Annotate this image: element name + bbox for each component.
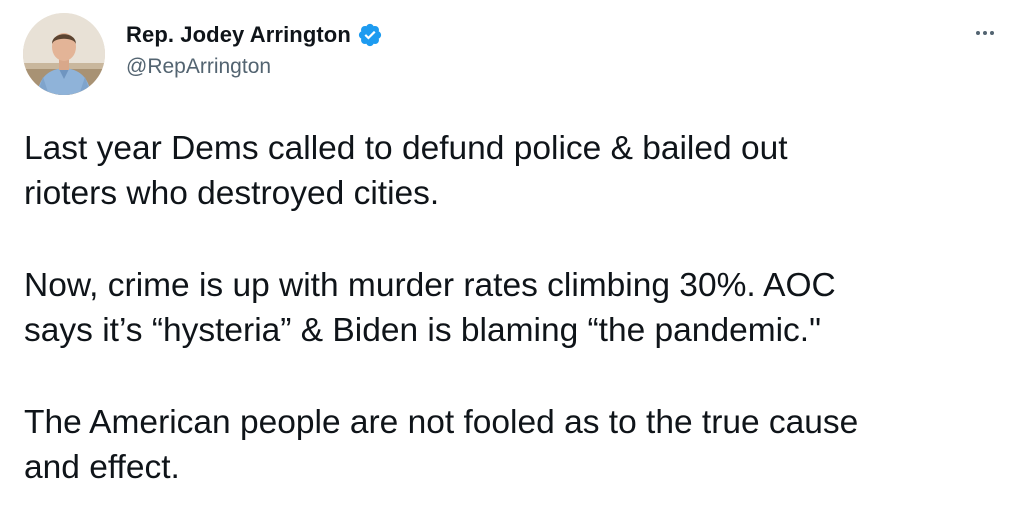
author-name-row: Rep. Jodey Arrington xyxy=(126,20,383,50)
avatar[interactable] xyxy=(23,13,105,95)
avatar-photo-icon xyxy=(23,13,105,95)
tweet-text: Last year Dems called to defund police &… xyxy=(24,126,1004,490)
tweet-paragraph: Last year Dems called to defund police &… xyxy=(24,130,788,212)
more-options-icon[interactable] xyxy=(970,18,1000,48)
verified-badge-icon xyxy=(357,22,383,48)
author-handle[interactable]: @RepArrington xyxy=(126,55,383,79)
tweet-paragraph: The American people are not fooled as to… xyxy=(24,404,859,486)
author-display-name[interactable]: Rep. Jodey Arrington xyxy=(126,22,351,48)
tweet-card: Rep. Jodey Arrington @RepArrington Last … xyxy=(0,0,1024,528)
tweet-paragraph: Now, crime is up with murder rates climb… xyxy=(24,267,836,349)
tweet-author: Rep. Jodey Arrington @RepArrington xyxy=(126,20,383,79)
